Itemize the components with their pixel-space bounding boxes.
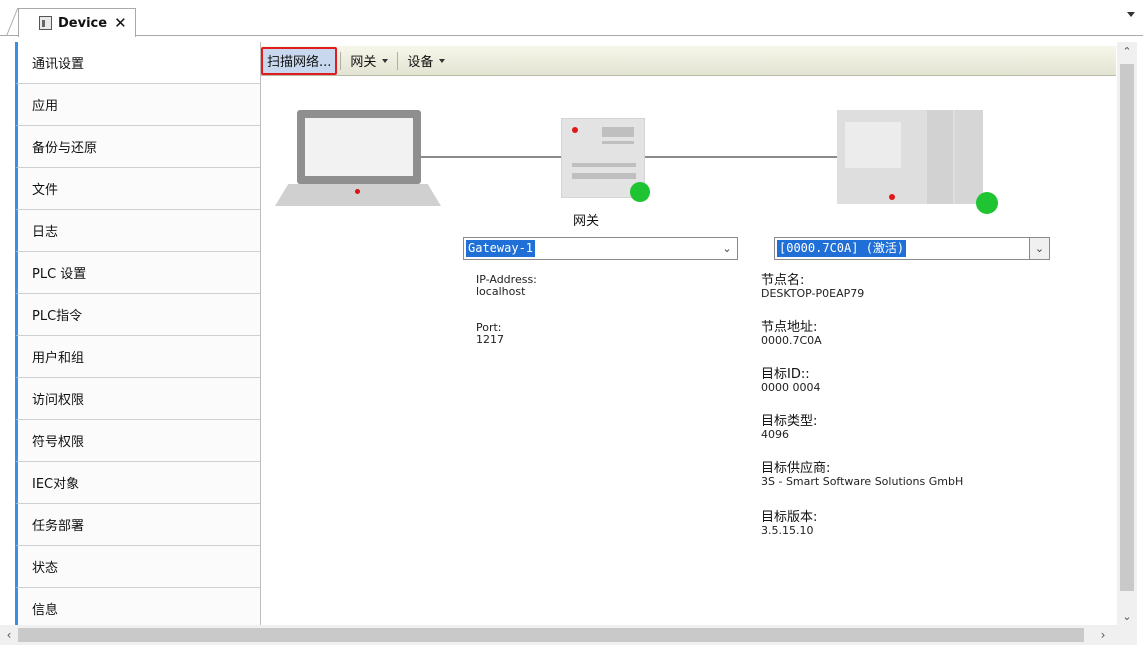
- nav-item-symbol-rights[interactable]: 符号权限: [15, 420, 260, 462]
- device-menu-label: 设备: [407, 55, 434, 70]
- gateway-menu-label: 网关: [350, 55, 377, 70]
- nav-item-iec-objects[interactable]: IEC对象: [15, 462, 260, 504]
- laptop-indicator: [355, 189, 360, 194]
- device-select-value: [0000.7C0A] (激活): [777, 240, 907, 257]
- tab-device[interactable]: Device ✕: [18, 8, 136, 37]
- plc-led: [889, 194, 895, 200]
- plc-status-indicator: [976, 192, 998, 214]
- nav-item-status[interactable]: 状态: [15, 546, 260, 588]
- tab-title: Device: [58, 15, 108, 31]
- port-value: 1217: [476, 333, 504, 346]
- target-type-block: 目标类型: 4096: [761, 415, 817, 441]
- node-name-block: 节点名: DESKTOP-P0EAP79: [761, 274, 864, 300]
- device-icon: [39, 16, 52, 30]
- node-address-label: 节点地址:: [761, 320, 818, 335]
- target-type-value: 4096: [761, 428, 789, 441]
- gateway-panel: [602, 141, 634, 144]
- nav-item-task-deployment[interactable]: 任务部署: [15, 504, 260, 546]
- nav-item-information[interactable]: 信息: [15, 588, 260, 625]
- nav-item-communication[interactable]: 通讯设置: [15, 42, 260, 84]
- chevron-down-icon: ⌄: [722, 242, 732, 255]
- nav-item-users-groups[interactable]: 用户和组: [15, 336, 260, 378]
- scroll-up-icon[interactable]: ⌃: [1117, 42, 1137, 60]
- plc-module: [927, 110, 953, 204]
- nav-item-plc-settings[interactable]: PLC 设置: [15, 252, 260, 294]
- target-id-block: 目标ID:: 0000 0004: [761, 368, 821, 394]
- target-version-value: 3.5.15.10: [761, 524, 814, 537]
- plc-panel: [845, 122, 901, 168]
- editor-tabstrip: Device ✕: [0, 0, 1143, 37]
- horizontal-scrollbar[interactable]: ‹ ›: [0, 625, 1137, 645]
- plc-module: [955, 110, 983, 204]
- chevron-down-icon[interactable]: ⌄: [1029, 238, 1049, 259]
- toolbar-separator: [397, 51, 399, 70]
- node-name-value: DESKTOP-P0EAP79: [761, 287, 865, 300]
- connection-line: [421, 156, 561, 158]
- device-menu-button[interactable]: 设备: [401, 49, 451, 73]
- tab-list-dropdown-icon[interactable]: [1127, 12, 1135, 17]
- gateway-panel: [602, 127, 634, 137]
- chevron-down-icon: [439, 58, 446, 63]
- gateway-menu-button[interactable]: 网关: [344, 49, 394, 73]
- settings-nav: 通讯设置 应用 备份与还原 文件 日志 PLC 设置 PLC指令 用户和组 访问…: [15, 42, 261, 625]
- scroll-left-icon[interactable]: ‹: [0, 625, 18, 645]
- nav-item-plc-commands[interactable]: PLC指令: [15, 294, 260, 336]
- communication-settings-panel: 扫描网络... 网关 设备 网关 Gateway-1 ⌄ [0000.7C0A]…: [261, 42, 1116, 625]
- gateway-panel: [572, 173, 636, 179]
- nav-item-backup-restore[interactable]: 备份与还原: [15, 126, 260, 168]
- ip-address-value: localhost: [476, 285, 526, 298]
- toolbar-separator: [340, 51, 342, 70]
- laptop-screen: [297, 110, 421, 184]
- gateway-panel: [572, 163, 636, 167]
- horizontal-scroll-thumb[interactable]: [18, 628, 1084, 642]
- nav-item-application[interactable]: 应用: [15, 84, 260, 126]
- plc-device-icon: [837, 110, 983, 204]
- node-address-block: 节点地址: 0000.7C0A: [761, 321, 822, 347]
- gateway-port-block: Port: 1217: [476, 322, 504, 346]
- gateway-select[interactable]: Gateway-1 ⌄: [463, 237, 738, 260]
- node-address-value: 0000.7C0A: [761, 334, 822, 347]
- gateway-status-indicator: [630, 182, 650, 202]
- connection-line: [645, 156, 837, 158]
- gateway-select-value: Gateway-1: [466, 240, 536, 257]
- close-icon[interactable]: ✕: [114, 14, 127, 32]
- node-name-label: 节点名:: [761, 273, 805, 288]
- target-id-value: 0000 0004: [761, 381, 821, 394]
- toolbar: 扫描网络... 网关 设备: [261, 46, 1116, 76]
- gateway-ip-block: IP-Address: localhost: [476, 274, 537, 298]
- scan-network-button[interactable]: 扫描网络...: [261, 46, 338, 75]
- laptop-base: [275, 184, 441, 206]
- nav-item-files[interactable]: 文件: [15, 168, 260, 210]
- gateway-caption: 网关: [573, 214, 600, 229]
- target-type-label: 目标类型:: [761, 414, 818, 429]
- nav-item-access-rights[interactable]: 访问权限: [15, 378, 260, 420]
- target-id-label: 目标ID::: [761, 367, 810, 382]
- device-select[interactable]: [0000.7C0A] (激活) ⌄: [774, 237, 1050, 260]
- gateway-led: [572, 127, 578, 133]
- target-vendor-label: 目标供应商:: [761, 461, 831, 476]
- scroll-down-icon[interactable]: ⌄: [1117, 607, 1137, 625]
- target-version-block: 目标版本: 3.5.15.10: [761, 511, 817, 537]
- scan-network-label: 扫描网络...: [267, 55, 332, 70]
- chevron-down-icon: [382, 58, 389, 63]
- vertical-scroll-thumb[interactable]: [1120, 64, 1134, 591]
- target-vendor-value: 3S - Smart Software Solutions GmbH: [761, 475, 964, 488]
- target-vendor-block: 目标供应商: 3S - Smart Software Solutions Gmb…: [761, 462, 963, 488]
- nav-item-log[interactable]: 日志: [15, 210, 260, 252]
- target-version-label: 目标版本:: [761, 510, 818, 525]
- vertical-scrollbar[interactable]: ⌃ ⌄: [1117, 42, 1137, 625]
- scroll-right-icon[interactable]: ›: [1094, 625, 1112, 645]
